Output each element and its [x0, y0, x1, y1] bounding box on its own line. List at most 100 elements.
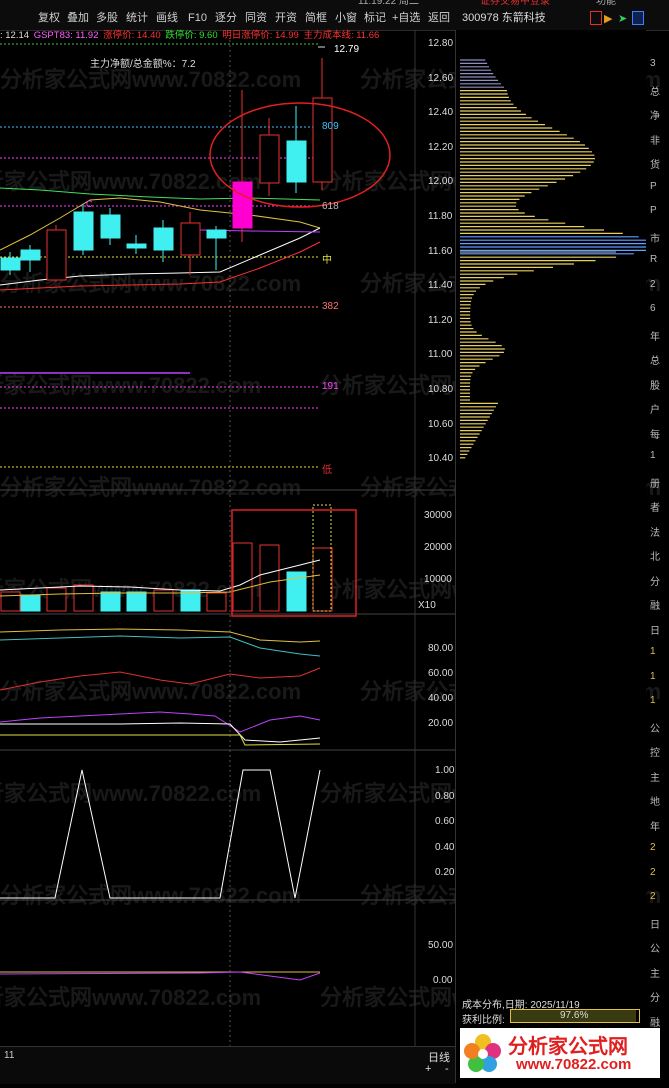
side-panel-char: P [650, 205, 657, 216]
candle-body [180, 222, 201, 256]
side-panel-char: 每 [650, 429, 660, 441]
fib-809-label: 809 [322, 121, 339, 132]
price-axis-label: 12.20 [428, 141, 454, 153]
side-panel-char: 6 [650, 303, 656, 314]
side-panel-char: 非 [650, 135, 660, 147]
bottom-bar: 11 日线 + - [0, 1046, 455, 1084]
date-tick: 11 [4, 1050, 15, 1061]
candle-body [153, 227, 174, 251]
kline-chart[interactable] [0, 0, 455, 1046]
candle-body [73, 211, 94, 251]
side-panel-char: 3 [650, 58, 656, 69]
price-axis-label: 11.20 [428, 314, 453, 326]
candle-body [0, 257, 21, 271]
fib-382-label: 382 [322, 301, 339, 312]
fib-191-label: 191 [322, 381, 339, 392]
candle-body [46, 229, 67, 281]
side-panel-char: 2 [650, 866, 656, 878]
candle-body [100, 214, 121, 239]
side-panel-char: 货 [650, 160, 660, 171]
side-panel-char: 公 [650, 944, 660, 955]
profit-label: 获利比例: [462, 1015, 505, 1026]
price-axis-label: 11.00 [428, 349, 453, 361]
side-panel-char: 1 [650, 450, 656, 461]
ind1-y-60: 60.00 [428, 668, 454, 679]
zoom-out-button[interactable]: - [445, 1063, 449, 1075]
ind2-y-06: 0.60 [435, 816, 455, 827]
price-axis-label: 10.40 [428, 453, 454, 465]
side-panel-char: 年 [650, 821, 660, 833]
ind3-y-0: 0.00 [433, 975, 453, 986]
indicator-text: 主力净额/总金额%：7.2 [90, 59, 196, 70]
volume-bar [312, 547, 333, 612]
side-panel-char: 日 [650, 625, 660, 637]
side-panel-char: 总 [650, 356, 660, 367]
window-icon[interactable] [632, 11, 644, 25]
price-axis-label: 12.80 [428, 38, 454, 49]
vol-y-30000: 30000 [424, 510, 452, 521]
price-axis-label: 10.80 [428, 384, 454, 395]
arrow-icon[interactable]: ➤ [618, 12, 627, 25]
volume-bar [46, 587, 67, 612]
price-axis-label: 11.60 [428, 245, 453, 257]
price-axis-label: 12.60 [428, 72, 454, 84]
side-panel-char: 控 [650, 748, 660, 759]
doc-icon[interactable] [590, 11, 602, 25]
fib-low-label: 低 [322, 465, 332, 476]
ind2-y-02: 0.20 [435, 867, 455, 878]
side-panel-char: 融 [650, 601, 660, 612]
side-panel-char: 分 [650, 576, 660, 588]
side-panel-char: 年 [650, 331, 660, 343]
side-panel-char: 主 [650, 968, 660, 980]
volume-bar [206, 592, 227, 612]
side-panel-char: 地 [650, 797, 660, 808]
side-panel-char: 分 [650, 993, 660, 1004]
side-panel-char: 日 [650, 919, 660, 931]
stock-title: 300978 东箭科技 [462, 12, 546, 24]
candle-body [286, 140, 307, 183]
side-panel-char: 主 [650, 772, 660, 784]
price-axis-label: 12.40 [428, 107, 454, 119]
ind2-y-1: 1.00 [435, 765, 455, 776]
side-panel-char: 市 [650, 233, 660, 245]
volume-bar [126, 591, 147, 612]
side-panel-char: 者 [650, 503, 660, 514]
vol-y-10000: 10000 [424, 574, 452, 585]
ind1-y-80: 80.00 [428, 643, 454, 654]
side-panel-char: 2 [650, 842, 656, 853]
chip-histogram [460, 59, 656, 459]
login-status: 证券交易中登录 [480, 0, 550, 7]
zoom-in-button[interactable]: + [425, 1063, 431, 1075]
side-panel-char: 法 [650, 527, 660, 539]
price-axis-label: 11.80 [428, 211, 453, 222]
price-axis-label: 11.40 [428, 280, 453, 292]
candle-body [259, 134, 280, 184]
func-label: 功能 [596, 0, 616, 7]
side-panel-char: 册 [650, 478, 660, 490]
side-panel-char: 1 [650, 646, 656, 657]
volume-bar [100, 591, 121, 612]
profit-value: 97.6% [560, 1010, 589, 1021]
side-panel-char: 总 [650, 86, 660, 98]
ind2-y-08: 0.80 [435, 791, 455, 802]
chip-distribution-panel [455, 30, 656, 1083]
volume-bar [0, 591, 21, 612]
side-panel-char: 2 [650, 891, 656, 902]
c-marker: C [86, 199, 93, 209]
logo-url: www.70822.com [516, 1056, 632, 1073]
logo-text: 分析家公式网 [508, 1036, 628, 1058]
price-axis-label: 10.60 [428, 418, 454, 430]
fib-mid-label: 中 [322, 255, 332, 266]
side-panel-char: 1 [650, 670, 656, 682]
side-panel-char: P [650, 180, 657, 192]
side-panel-char: 2 [650, 278, 656, 290]
side-panel-char: 净 [650, 111, 660, 122]
ind1-y-40: 40.00 [428, 693, 454, 704]
volume-bar [73, 584, 94, 612]
vol-unit: X10 [418, 600, 436, 611]
ind2-y-04: 0.40 [435, 842, 455, 853]
candle-body [232, 181, 253, 229]
volume-bar [232, 542, 253, 612]
high-price-label: 12.79 [334, 44, 360, 55]
flag-icon[interactable]: ▶ [604, 12, 612, 25]
